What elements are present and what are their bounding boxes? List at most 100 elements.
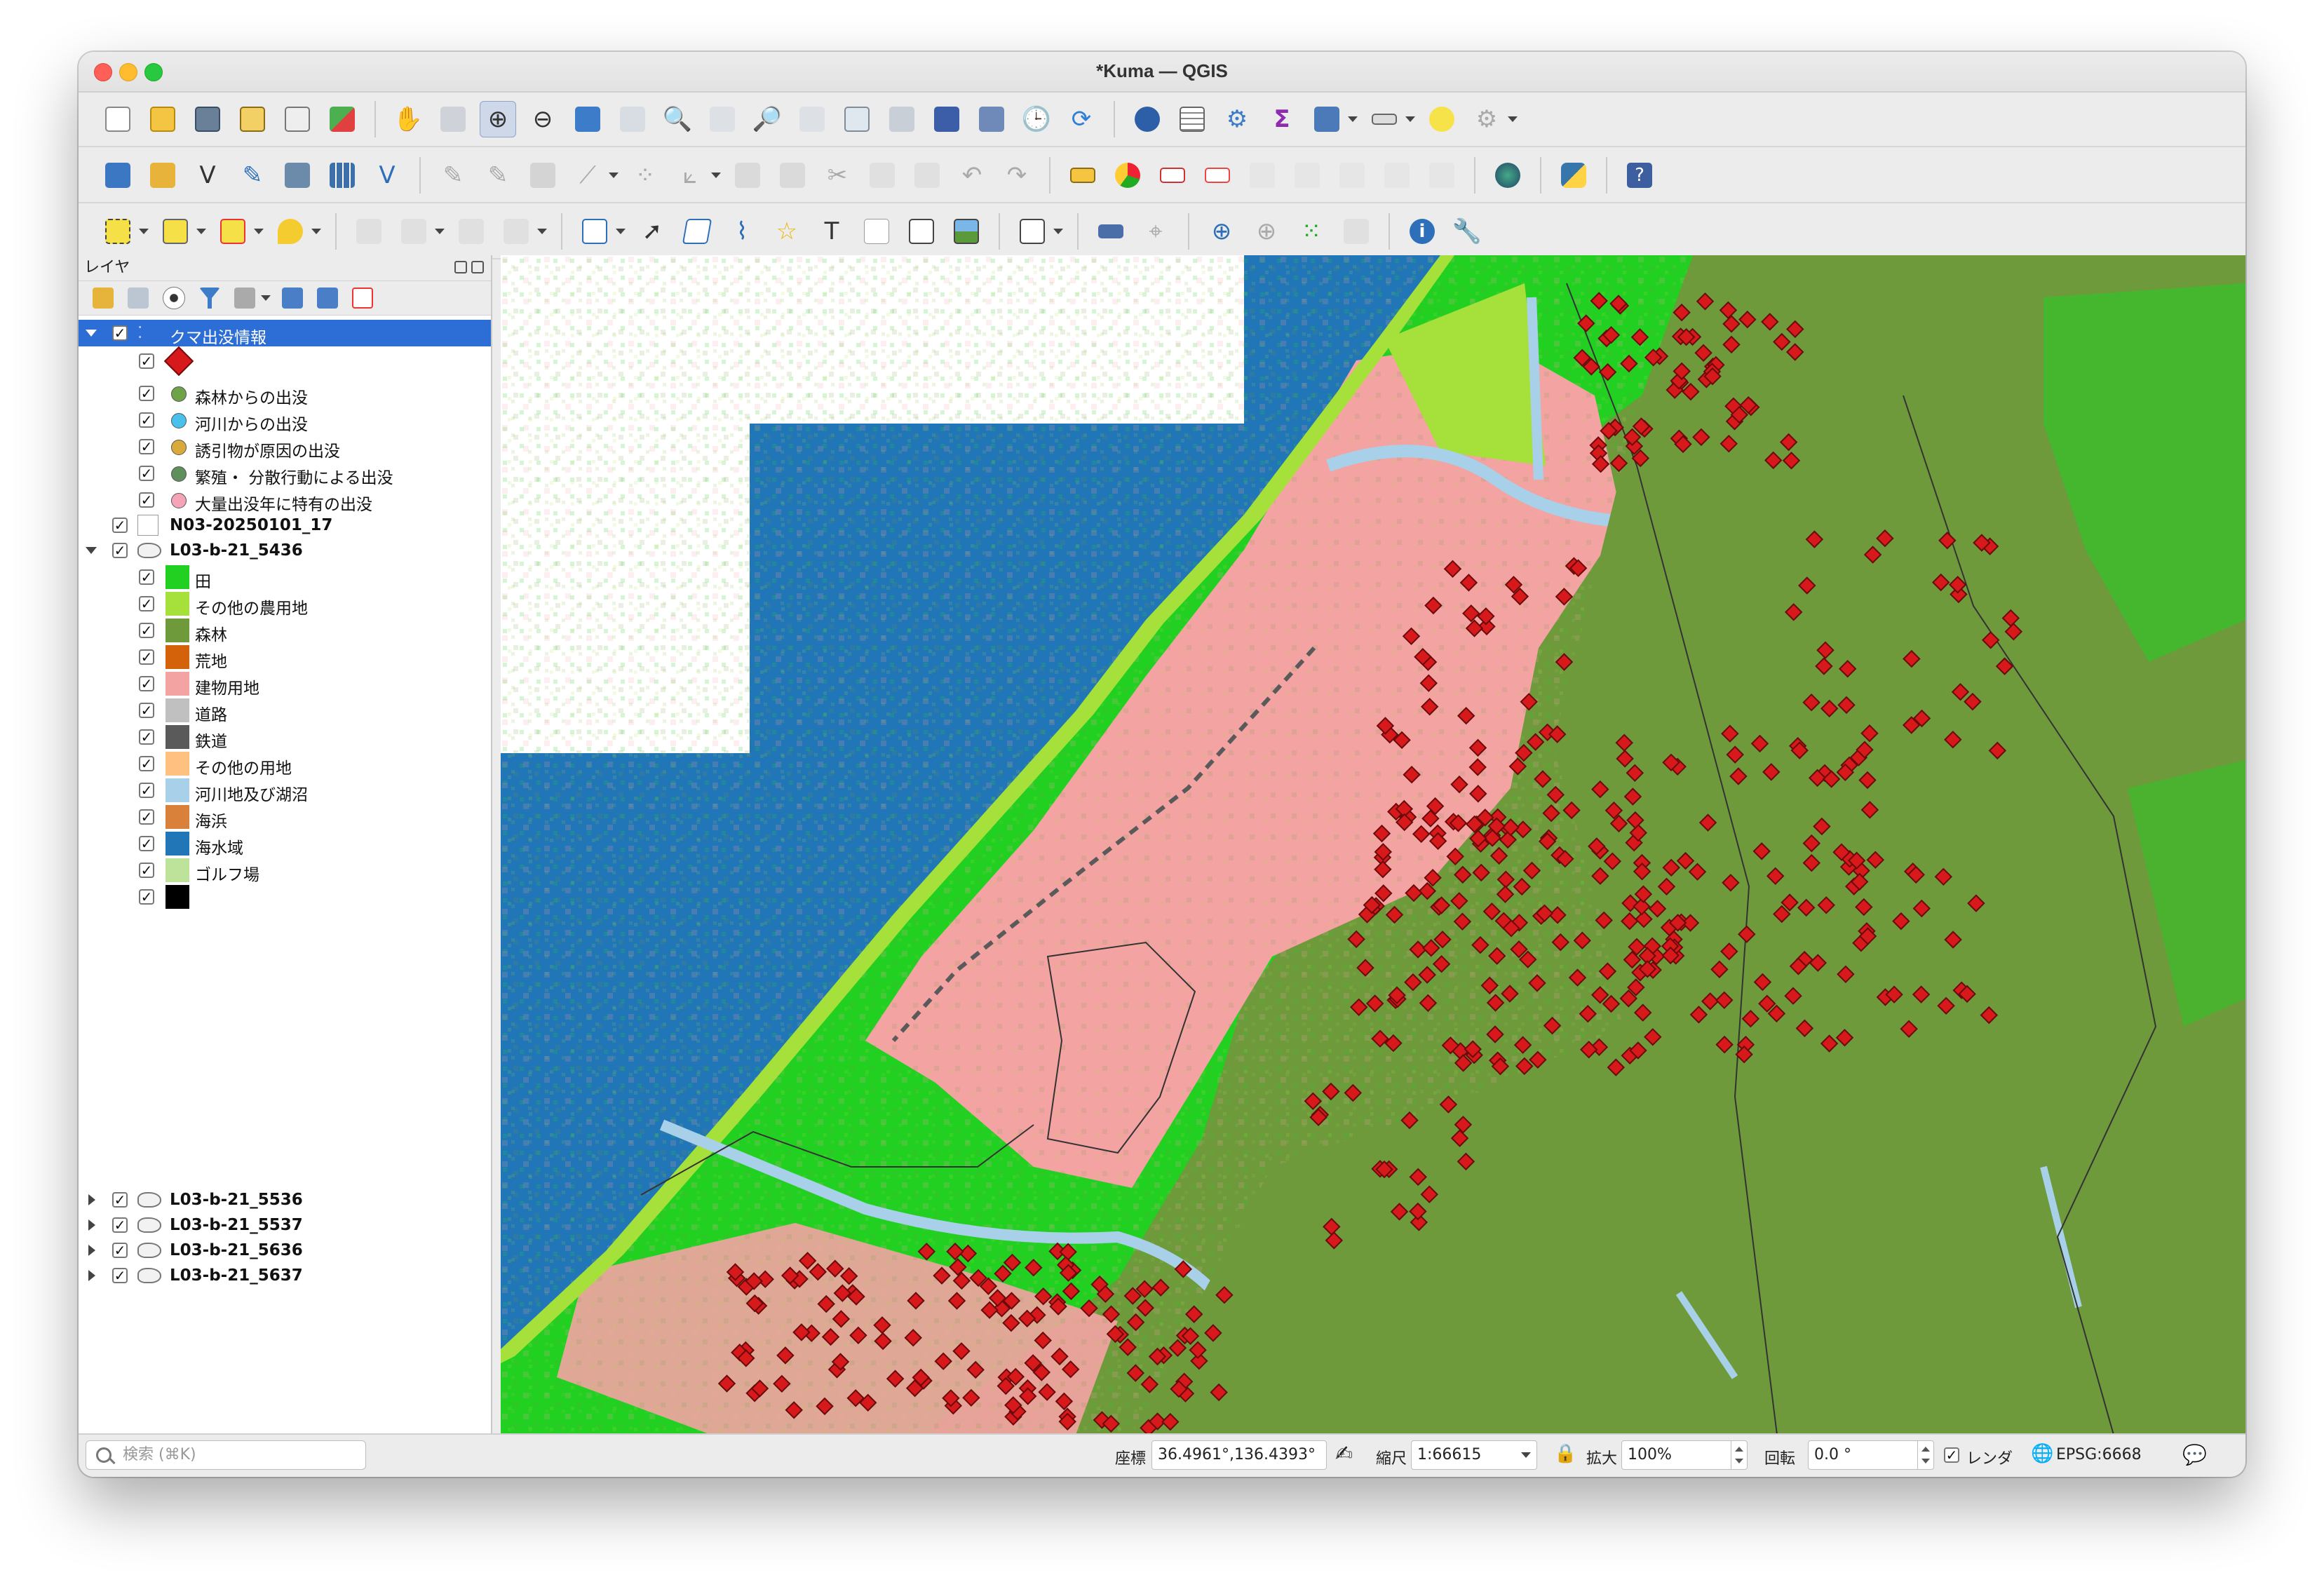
- layer-visibility-checkbox[interactable]: ✓: [112, 325, 128, 341]
- add-layer-button[interactable]: [100, 157, 136, 194]
- layer-visibility-checkbox[interactable]: ✓: [112, 1243, 128, 1258]
- raster-legend-row[interactable]: ✓ 田: [79, 564, 491, 591]
- processing-toolbox-button[interactable]: ⚙: [1219, 101, 1255, 137]
- rectangle-text-annotation-button[interactable]: [903, 213, 940, 250]
- legend-row[interactable]: ✓ 繁殖・ 分散行動による出没: [79, 460, 491, 487]
- save-project-button[interactable]: [189, 101, 226, 137]
- add-vector-tile-button[interactable]: V: [369, 157, 405, 194]
- close-panel-button[interactable]: [471, 261, 484, 273]
- new-map-view-button[interactable]: [839, 101, 875, 137]
- legend-checkbox[interactable]: ✓: [139, 649, 154, 665]
- zoom-full-button[interactable]: [569, 101, 606, 137]
- raster-legend-row[interactable]: ✓: [79, 884, 491, 910]
- expand-arrow-icon[interactable]: [88, 1194, 95, 1205]
- layer-row-kuma[interactable]: ✓ ⁚ クマ出没情報: [79, 320, 491, 347]
- expand-arrow-icon[interactable]: [88, 1245, 95, 1256]
- temporal-controller-button[interactable]: 🕒: [1018, 101, 1055, 137]
- modify-annotation-button[interactable]: ➚: [634, 213, 670, 250]
- layer-row-l03-5537[interactable]: ✓ L03-b-21_5537: [79, 1212, 491, 1238]
- legend-checkbox[interactable]: ✓: [139, 863, 154, 878]
- legend-checkbox[interactable]: ✓: [139, 836, 154, 851]
- chevron-down-icon[interactable]: [311, 229, 321, 234]
- remove-layer-icon[interactable]: [352, 288, 373, 309]
- layer-diagram-button[interactable]: [1109, 157, 1146, 194]
- bookmark-button[interactable]: [928, 101, 965, 137]
- legend-checkbox[interactable]: ✓: [139, 783, 154, 798]
- chevron-down-icon[interactable]: [254, 229, 264, 234]
- legend-row[interactable]: ✓ 森林からの出没: [79, 380, 491, 407]
- cut-features-button[interactable]: ✂: [819, 157, 856, 194]
- expand-arrow-icon[interactable]: [88, 1219, 95, 1231]
- locator-search-input[interactable]: 検索 (⌘K): [86, 1440, 366, 1470]
- chevron-down-icon[interactable]: [1405, 116, 1415, 122]
- legend-checkbox[interactable]: ✓: [139, 353, 154, 369]
- raster-legend-row[interactable]: ✓ その他の農用地: [79, 590, 491, 618]
- legend-checkbox[interactable]: ✓: [139, 623, 154, 638]
- legend-checkbox[interactable]: ✓: [139, 412, 154, 428]
- statistical-summary-button[interactable]: Σ: [1264, 101, 1300, 137]
- add-vector-layer-button[interactable]: V: [189, 157, 226, 194]
- plugin-tool-button[interactable]: 🔧: [1449, 213, 1485, 250]
- raster-legend-row[interactable]: ✓ 道路: [79, 697, 491, 724]
- polygon-annotation-button[interactable]: [679, 213, 715, 250]
- chevron-down-icon[interactable]: [196, 229, 206, 234]
- data-source-manager-button[interactable]: [144, 157, 181, 194]
- filter-expression-icon[interactable]: [234, 288, 255, 309]
- scale-combobox[interactable]: 1:66615: [1411, 1440, 1537, 1470]
- identify-features-button[interactable]: [1129, 101, 1166, 137]
- layer-row-n03[interactable]: ✓ N03-20250101_17: [79, 512, 491, 539]
- lock-scale-icon[interactable]: 🔒: [1554, 1443, 1576, 1464]
- pan-map-button[interactable]: ✋: [390, 101, 426, 137]
- modify-attributes-button[interactable]: [729, 157, 766, 194]
- attribute-table-button[interactable]: [1174, 101, 1210, 137]
- pin-label-button[interactable]: [1379, 157, 1415, 194]
- add-spatialite-button[interactable]: [279, 157, 316, 194]
- chevron-down-icon[interactable]: [609, 173, 619, 178]
- legend-checkbox[interactable]: ✓: [139, 889, 154, 905]
- zoom-last-button[interactable]: 🔎: [749, 101, 785, 137]
- reshape-features-button[interactable]: [351, 213, 387, 250]
- chevron-down-icon[interactable]: [1508, 116, 1518, 122]
- vertex-editor-button[interactable]: ⟀: [672, 157, 708, 194]
- layer-visibility-checkbox[interactable]: ✓: [112, 518, 128, 533]
- legend-checkbox[interactable]: ✓: [139, 703, 154, 718]
- toggle-editing-button[interactable]: ✎: [435, 157, 471, 194]
- chevron-down-icon[interactable]: [616, 229, 626, 234]
- move-label-button[interactable]: [1244, 157, 1281, 194]
- style-layer-icon[interactable]: [93, 288, 114, 309]
- print-layout-button[interactable]: [279, 101, 316, 137]
- vertex-tool-button[interactable]: ⁘: [627, 157, 663, 194]
- layer-visibility-checkbox[interactable]: ✓: [112, 1192, 128, 1208]
- plugins-settings-button[interactable]: ⚙: [1468, 101, 1505, 137]
- raster-legend-row[interactable]: ✓ 海浜: [79, 804, 491, 831]
- digitize-line-button[interactable]: ⟋: [569, 157, 606, 194]
- legend-row[interactable]: ✓ 誘引物が原因の出没: [79, 433, 491, 461]
- filter-icon[interactable]: [199, 288, 220, 309]
- chevron-down-icon[interactable]: [139, 229, 149, 234]
- collapse-arrow-icon[interactable]: [86, 547, 97, 554]
- layer-row-l03-5436[interactable]: ✓ L03-b-21_5436: [79, 537, 491, 564]
- expand-all-icon[interactable]: [282, 288, 303, 309]
- collapse-arrow-icon[interactable]: [86, 330, 97, 337]
- information-button[interactable]: i: [1404, 213, 1440, 250]
- legend-row[interactable]: ✓: [79, 346, 491, 377]
- undo-button[interactable]: ↶: [954, 157, 990, 194]
- layer-row-l03-5536[interactable]: ✓ L03-b-21_5536: [79, 1186, 491, 1213]
- layer-row-l03-5637[interactable]: ✓ L03-b-21_5637: [79, 1262, 491, 1289]
- point-sampling-button[interactable]: ⁙: [1293, 213, 1330, 250]
- raster-legend-row[interactable]: ✓ 建物用地: [79, 670, 491, 698]
- zoom-next-button[interactable]: [794, 101, 830, 137]
- change-label-button[interactable]: [1334, 157, 1370, 194]
- raster-legend-row[interactable]: ✓ 森林: [79, 617, 491, 644]
- highlight-pinned-labels-button[interactable]: [1154, 157, 1191, 194]
- layer-row-l03-5636[interactable]: ✓ L03-b-21_5636: [79, 1237, 491, 1264]
- raster-legend-row[interactable]: ✓ その他の用地: [79, 750, 491, 778]
- select-by-expression-button[interactable]: [157, 213, 194, 250]
- spin-arrows-icon[interactable]: [1917, 1441, 1933, 1469]
- legend-checkbox[interactable]: ✓: [139, 809, 154, 825]
- current-edits-button[interactable]: ✎: [480, 157, 516, 194]
- picture-annotation-button[interactable]: [948, 213, 985, 250]
- raster-legend-row[interactable]: ✓ 河川地及び湖沼: [79, 777, 491, 804]
- collapse-all-icon[interactable]: [317, 288, 338, 309]
- merge-features-button[interactable]: [453, 213, 489, 250]
